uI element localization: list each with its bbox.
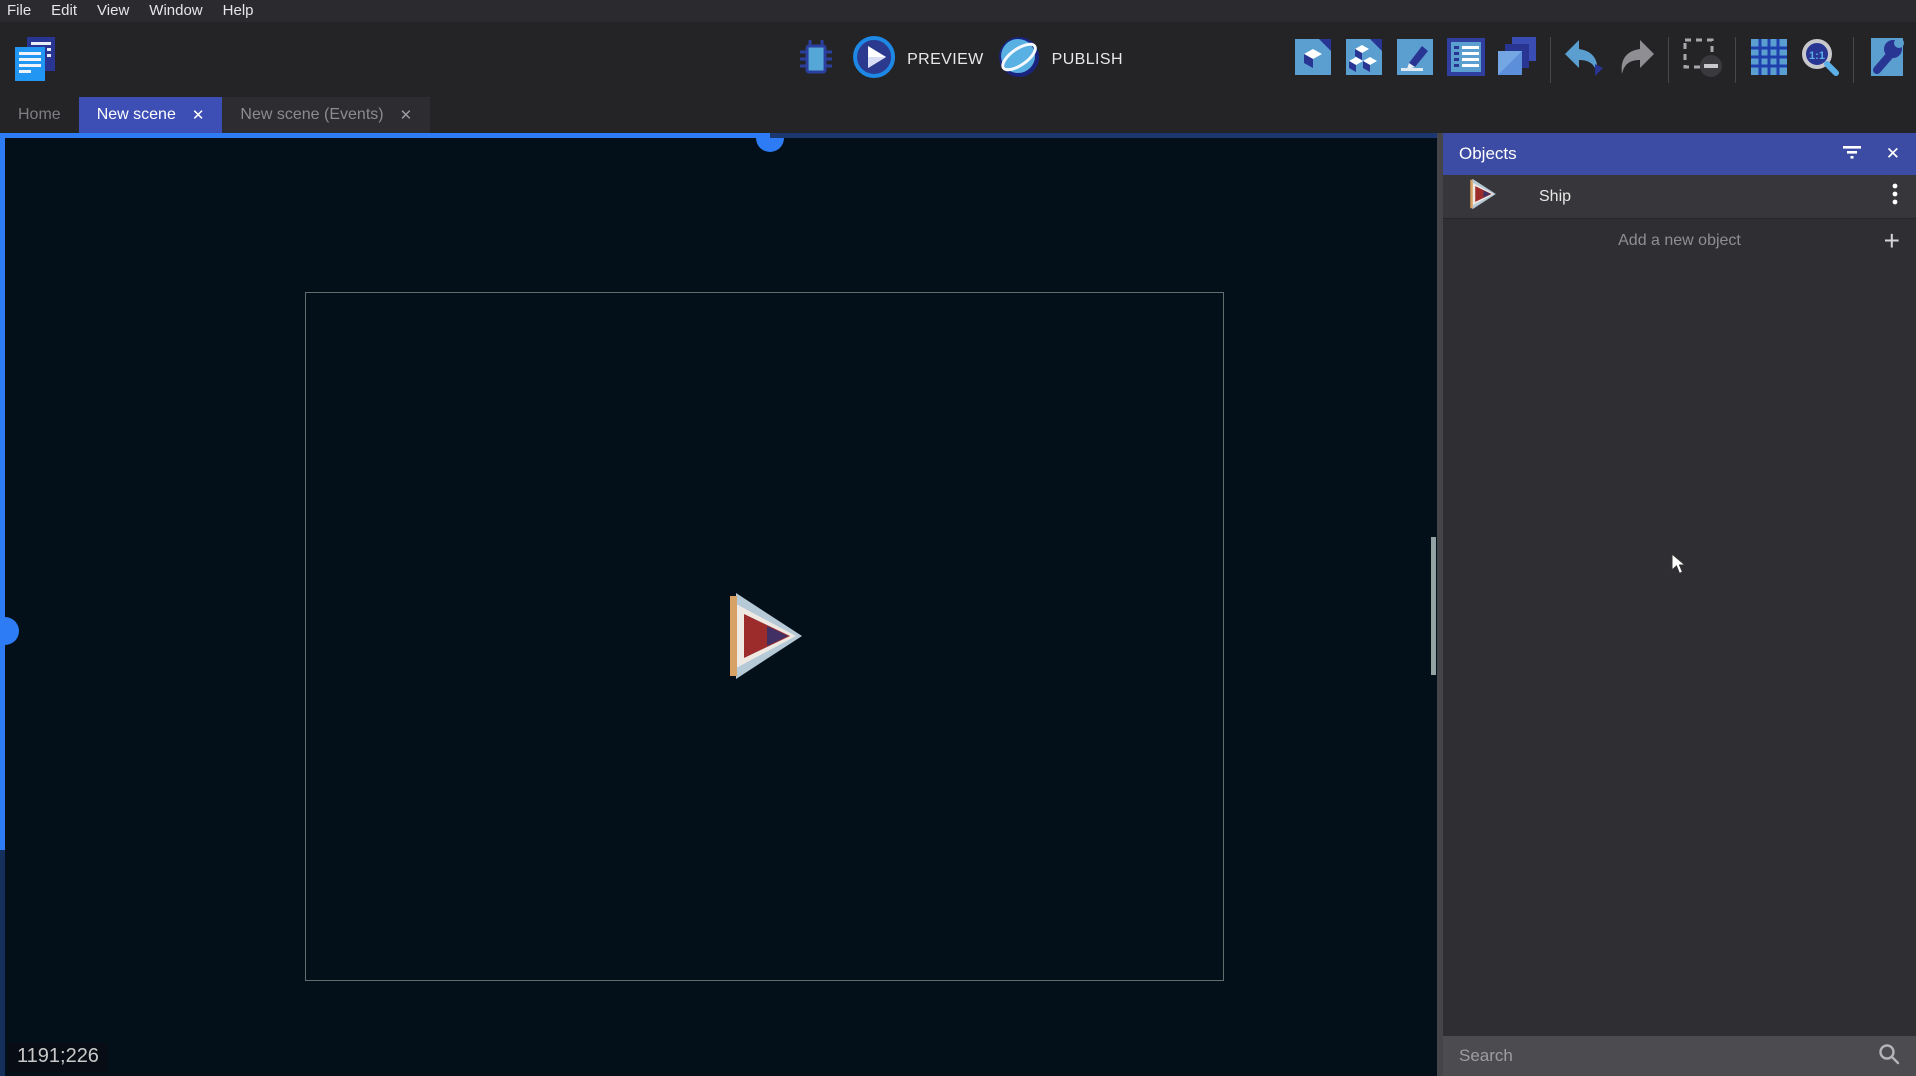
- menu-file[interactable]: File: [7, 0, 41, 22]
- instances-list-button[interactable]: [1443, 37, 1489, 83]
- close-icon[interactable]: ✕: [1886, 144, 1900, 164]
- tab-home-label: Home: [18, 106, 61, 124]
- svg-text:1:1: 1:1: [1809, 50, 1825, 62]
- plus-icon[interactable]: +: [1884, 223, 1900, 259]
- add-new-object-label: Add a new object: [1618, 232, 1741, 250]
- tab-new-scene-events-label: New scene (Events): [240, 106, 383, 124]
- canvas-right-scrollbar-thumb[interactable]: [1431, 537, 1436, 675]
- toolbar-separator: [1668, 37, 1669, 83]
- toolbar: PREVIEW PUBLISH: [0, 22, 1916, 97]
- undo-button[interactable]: [1561, 37, 1607, 83]
- close-icon[interactable]: ✕: [400, 106, 413, 124]
- object-list-item-ship[interactable]: Ship: [1443, 175, 1916, 219]
- toolbar-separator: [1853, 37, 1854, 83]
- layers-editor-button[interactable]: [1494, 37, 1540, 83]
- close-icon[interactable]: ✕: [192, 106, 205, 124]
- grid-icon: [1747, 35, 1791, 84]
- preview-button[interactable]: PREVIEW: [851, 34, 984, 85]
- menu-window[interactable]: Window: [139, 0, 212, 22]
- toolbar-right-group: 1:1: [1290, 22, 1910, 97]
- debug-icon: [796, 37, 836, 82]
- objects-panel-header: Objects ✕: [1443, 133, 1916, 175]
- tab-new-scene-events[interactable]: New scene (Events) ✕: [222, 97, 430, 133]
- publish-button[interactable]: PUBLISH: [996, 34, 1123, 85]
- mouse-cursor-icon: [1671, 553, 1687, 580]
- vertical-scrollbar-track-filled[interactable]: [0, 133, 5, 850]
- menu-view[interactable]: View: [87, 0, 139, 22]
- vertical-scrollbar-handle[interactable]: [5, 617, 19, 645]
- debug-button[interactable]: [793, 37, 839, 83]
- scene-properties-icon: [1865, 35, 1909, 84]
- scene-editor-canvas[interactable]: 1191;226: [0, 133, 1437, 1076]
- objects-editor-button[interactable]: [1290, 37, 1336, 83]
- objects-search-input[interactable]: [1459, 1046, 1878, 1066]
- vertical-scrollbar-track[interactable]: [0, 850, 5, 1076]
- search-icon[interactable]: [1878, 1043, 1900, 1070]
- ship-instance[interactable]: [722, 591, 804, 686]
- filter-icon[interactable]: [1842, 144, 1862, 165]
- cursor-coordinates: 1191;226: [8, 1043, 108, 1072]
- undo-icon: [1562, 37, 1606, 82]
- add-new-object-button[interactable]: Add a new object +: [1443, 219, 1916, 263]
- menu-bar: File Edit View Window Help: [0, 0, 1916, 22]
- deselect-instances-icon: [1680, 35, 1724, 84]
- menu-edit[interactable]: Edit: [41, 0, 87, 22]
- publish-globe-icon: [996, 34, 1042, 85]
- object-name: Ship: [1539, 188, 1571, 206]
- instances-list-icon: [1444, 35, 1488, 84]
- layers-editor-icon: [1495, 35, 1539, 84]
- tab-new-scene[interactable]: New scene ✕: [79, 97, 223, 133]
- scene-properties-button[interactable]: [1864, 37, 1910, 83]
- properties-button[interactable]: [1392, 37, 1438, 83]
- redo-icon: [1613, 37, 1657, 82]
- object-groups-editor-button[interactable]: [1341, 37, 1387, 83]
- tab-new-scene-label: New scene: [97, 106, 176, 124]
- object-menu-dots-icon[interactable]: [1892, 183, 1898, 210]
- deselect-instances-button[interactable]: [1679, 37, 1725, 83]
- objects-editor-icon: [1291, 35, 1335, 84]
- toolbar-center-group: PREVIEW PUBLISH: [793, 22, 1123, 97]
- zoom-1-1-icon: 1:1: [1798, 35, 1842, 84]
- menu-help[interactable]: Help: [213, 0, 264, 22]
- toolbar-separator: [1735, 37, 1736, 83]
- zoom-1-1-button[interactable]: 1:1: [1797, 37, 1843, 83]
- toolbar-separator: [1550, 37, 1551, 83]
- preview-label: PREVIEW: [907, 51, 984, 69]
- horizontal-scrollbar-track[interactable]: [770, 133, 1437, 138]
- properties-icon: [1393, 35, 1437, 84]
- horizontal-scrollbar-handle[interactable]: [756, 138, 784, 152]
- publish-label: PUBLISH: [1052, 51, 1123, 69]
- grid-button[interactable]: [1746, 37, 1792, 83]
- objects-panel-title: Objects: [1459, 144, 1517, 164]
- preview-play-icon: [851, 34, 897, 85]
- horizontal-scrollbar-track-filled[interactable]: [0, 133, 770, 138]
- ship-thumbnail-icon: [1467, 178, 1497, 215]
- tab-home[interactable]: Home: [0, 97, 79, 133]
- tab-bar: Home New scene ✕ New scene (Events) ✕: [0, 97, 1916, 133]
- main-area: 1191;226 Objects ✕: [0, 133, 1916, 1076]
- objects-panel-empty-area: [1443, 263, 1916, 1036]
- project-manager-icon: [11, 35, 57, 88]
- objects-panel: Objects ✕: [1443, 133, 1916, 1076]
- object-groups-editor-icon: [1342, 35, 1386, 84]
- project-manager-button[interactable]: [10, 36, 58, 86]
- redo-button[interactable]: [1612, 37, 1658, 83]
- objects-search-bar: [1443, 1036, 1916, 1076]
